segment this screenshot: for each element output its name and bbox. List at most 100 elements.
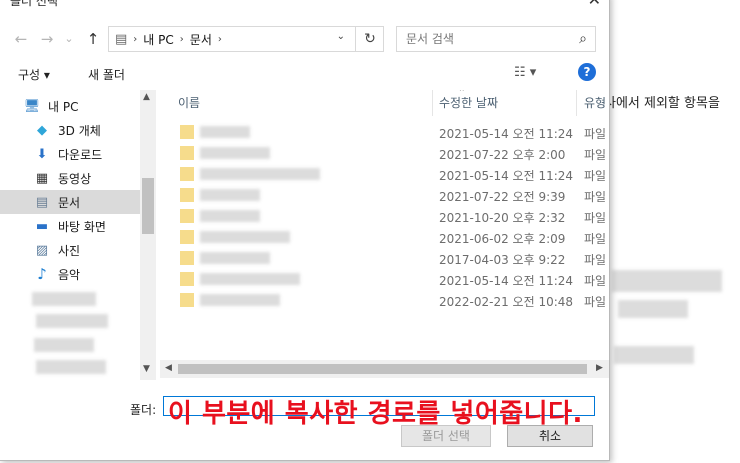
modified-date: 2021-10-20 오후 2:32 xyxy=(439,211,566,225)
table-row[interactable]: 2021-07-22 오전 9:39 파일 xyxy=(160,185,609,206)
scroll-down-icon[interactable]: ▼ xyxy=(143,364,150,374)
chevron-down-icon[interactable]: ⌄ xyxy=(337,31,345,42)
column-header-type[interactable]: 유형 xyxy=(584,90,606,116)
picture-icon: ▨ xyxy=(35,242,49,258)
column-header-date[interactable]: 수정한 날짜 xyxy=(439,90,498,116)
search-icon[interactable]: ⌕ xyxy=(579,27,587,51)
sidebar-item-this-pc[interactable]: 🖥 내 PC xyxy=(0,94,140,118)
file-type: 파일 xyxy=(584,169,607,183)
blurred-sidebar-item xyxy=(32,292,96,306)
blurred-sidebar-item xyxy=(36,314,108,328)
search-box[interactable]: 문서 검색 ⌕ xyxy=(396,26,596,52)
up-arrow-icon[interactable]: ↑ xyxy=(82,28,104,50)
organize-button[interactable]: 구성 ▾ xyxy=(18,66,50,83)
folder-icon xyxy=(180,272,194,286)
blurred-sidebar-item xyxy=(34,338,94,352)
file-type: 파일 xyxy=(584,148,607,162)
table-row[interactable]: 2022-02-21 오전 10:48 파일 xyxy=(160,290,609,311)
folder-icon xyxy=(180,293,194,307)
address-bar[interactable]: ▤ › 내 PC › 문서 › ⌄ ↻ xyxy=(108,26,384,52)
breadcrumb-this-pc[interactable]: 내 PC xyxy=(143,31,173,48)
sidebar-item-music[interactable]: ♪ 음악 xyxy=(0,262,140,286)
table-row[interactable]: 2021-06-02 오후 2:09 파일 xyxy=(160,227,609,248)
modified-date: 2022-02-21 오전 10:48 xyxy=(439,295,574,309)
sidebar-item-label: 바탕 화면 xyxy=(58,219,106,234)
sidebar-item-label: 내 PC xyxy=(48,99,79,114)
file-type: 파일 xyxy=(584,232,607,246)
sidebar-item-label: 음악 xyxy=(58,267,81,282)
sidebar-item-documents[interactable]: ▤ 문서 xyxy=(0,190,140,214)
blurred-filename xyxy=(200,210,260,222)
blurred-sidebar-item xyxy=(36,360,106,374)
column-header-name[interactable]: 이름 xyxy=(178,90,200,116)
file-type: 파일 xyxy=(584,211,607,225)
modified-date: 2021-07-22 오후 2:00 xyxy=(439,148,566,162)
folder-icon xyxy=(180,230,194,244)
column-divider[interactable] xyxy=(432,90,433,116)
pc-icon: 🖥 xyxy=(23,98,41,114)
column-divider[interactable] xyxy=(576,90,577,116)
document-icon: ▤ xyxy=(35,194,49,210)
file-type: 파일 xyxy=(584,253,607,267)
view-options-icon[interactable]: ☷ ▾ xyxy=(514,65,536,80)
sidebar-item-3d-objects[interactable]: ◆ 3D 개체 xyxy=(0,118,140,142)
cube-icon: ◆ xyxy=(37,122,47,138)
sidebar-item-label: 다운로드 xyxy=(58,147,103,162)
desktop-icon: ▬ xyxy=(35,218,49,234)
forward-arrow-icon[interactable]: → xyxy=(36,28,58,50)
blurred-filename xyxy=(200,126,250,138)
background-text: 사에서 제외할 항목을 xyxy=(604,96,720,111)
recent-locations-icon[interactable]: ⌄ xyxy=(58,28,80,50)
sidebar-item-downloads[interactable]: ⬇ 다운로드 xyxy=(0,142,140,166)
sidebar-scrollbar[interactable]: ▲ ▼ xyxy=(140,90,156,380)
help-icon[interactable]: ? xyxy=(578,63,596,81)
file-type: 파일 xyxy=(584,295,607,309)
close-icon[interactable]: ✕ xyxy=(588,0,601,9)
download-icon: ⬇ xyxy=(36,146,48,162)
new-folder-button[interactable]: 새 폴더 xyxy=(88,66,125,83)
search-input[interactable]: 문서 검색 xyxy=(406,32,454,46)
scrollbar-thumb[interactable] xyxy=(142,178,154,234)
file-type: 파일 xyxy=(584,190,607,204)
blurred-filename xyxy=(200,231,290,243)
navigation-bar: ← → ⌄ ↑ ▤ › 내 PC › 문서 › ⌄ ↻ 문서 검색 ⌕ xyxy=(0,24,609,56)
folder-select-dialog: 폴더 선택 ✕ ← → ⌄ ↑ ▤ › 내 PC › 문서 › ⌄ ↻ 문서 검… xyxy=(0,0,610,461)
blurred-content xyxy=(614,346,694,364)
table-row[interactable]: 2021-10-20 오후 2:32 파일 xyxy=(160,206,609,227)
table-row[interactable]: 2021-05-14 오전 11:24 파일 xyxy=(160,164,609,185)
table-row[interactable]: 2021-05-14 오전 11:24 파일 xyxy=(160,269,609,290)
sidebar-item-pictures[interactable]: ▨ 사진 xyxy=(0,238,140,262)
sidebar-item-label: 사진 xyxy=(58,243,81,258)
breadcrumb-separator[interactable]: › xyxy=(180,34,184,45)
scroll-left-icon[interactable]: ◀ xyxy=(165,363,172,373)
blurred-filename xyxy=(200,273,300,285)
horizontal-scrollbar[interactable]: ◀ ▶ xyxy=(160,360,609,378)
sidebar-item-videos[interactable]: ▦ 동영상 xyxy=(0,166,140,190)
blurred-filename xyxy=(200,252,270,264)
document-location-icon: ▤ xyxy=(115,31,128,47)
scrollbar-thumb[interactable] xyxy=(178,364,587,374)
table-row[interactable]: 2021-05-14 오전 11:24 파일 xyxy=(160,122,609,143)
refresh-icon[interactable]: ↻ xyxy=(355,27,384,51)
table-row[interactable]: 2021-07-22 오후 2:00 파일 xyxy=(160,143,609,164)
file-list: ⌃ 이름 수정한 날짜 유형 2021-05-14 오전 11:24 파일 20… xyxy=(160,90,609,380)
command-toolbar: 구성 ▾ 새 폴더 ☷ ▾ ? xyxy=(0,60,609,90)
blurred-filename xyxy=(200,189,260,201)
blurred-content xyxy=(612,270,722,292)
modified-date: 2017-04-03 오후 9:22 xyxy=(439,253,566,267)
table-row[interactable]: 2017-04-03 오후 9:22 파일 xyxy=(160,248,609,269)
modified-date: 2021-06-02 오후 2:09 xyxy=(439,232,566,246)
blurred-content xyxy=(618,300,688,318)
sidebar-item-desktop[interactable]: ▬ 바탕 화면 xyxy=(0,214,140,238)
music-icon: ♪ xyxy=(37,265,47,283)
scroll-up-icon[interactable]: ▲ xyxy=(143,92,150,102)
modified-date: 2021-05-14 오전 11:24 xyxy=(439,169,574,183)
modified-date: 2021-07-22 오전 9:39 xyxy=(439,190,566,204)
breadcrumb-separator[interactable]: › xyxy=(218,34,222,45)
scroll-right-icon[interactable]: ▶ xyxy=(596,363,603,373)
breadcrumb-documents[interactable]: 문서 xyxy=(190,31,212,48)
sidebar-item-label: 문서 xyxy=(58,195,81,210)
modified-date: 2021-05-14 오전 11:24 xyxy=(439,127,574,141)
back-arrow-icon[interactable]: ← xyxy=(10,28,32,50)
folder-icon xyxy=(180,146,194,160)
